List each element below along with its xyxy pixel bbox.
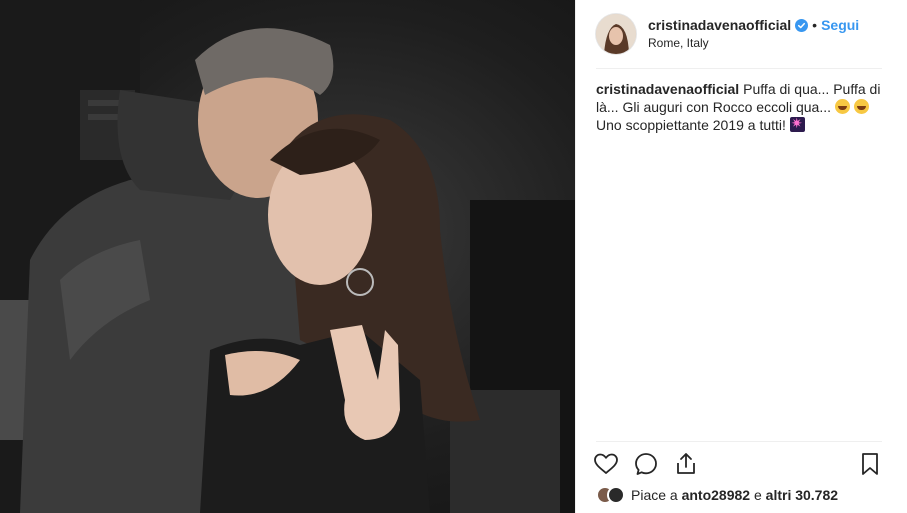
- avatar-image: [596, 14, 636, 54]
- heart-icon[interactable]: [592, 450, 620, 478]
- author-avatar[interactable]: [596, 14, 636, 54]
- header-divider: [596, 68, 882, 69]
- post-location[interactable]: Rome, Italy: [648, 34, 859, 52]
- bookmark-icon[interactable]: [856, 450, 884, 478]
- verified-badge-icon: [795, 18, 809, 32]
- likes-summary: Piace a anto28982 e altri 30.782: [596, 486, 838, 504]
- share-icon[interactable]: [672, 450, 700, 478]
- instagram-post: cristinadavenaofficial • Segui Rome, Ita…: [0, 0, 907, 513]
- header-text: cristinadavenaofficial • Segui Rome, Ita…: [648, 16, 859, 52]
- action-bar: [592, 450, 892, 480]
- header-line: cristinadavenaofficial • Segui: [648, 16, 859, 34]
- fireworks-emoji-icon: [789, 115, 805, 133]
- likes-middle: e: [753, 487, 762, 503]
- comment-icon[interactable]: [632, 450, 660, 478]
- likes-first-user[interactable]: anto28982: [682, 487, 750, 503]
- likes-others[interactable]: altri 30.782: [766, 487, 838, 503]
- laughing-emoji-icon: [834, 99, 850, 114]
- caption-username[interactable]: cristinadavenaofficial: [596, 81, 739, 97]
- photo-illustration: [0, 0, 575, 513]
- post-sidebar: cristinadavenaofficial • Segui Rome, Ita…: [575, 0, 907, 513]
- likes-prefix: Piace a: [631, 487, 678, 503]
- actions-divider: [596, 441, 882, 442]
- post-caption: cristinadavenaofficial Puffa di qua... Pu…: [596, 80, 884, 134]
- author-username[interactable]: cristinadavenaofficial: [648, 16, 791, 34]
- post-photo[interactable]: [0, 0, 575, 513]
- post-header: cristinadavenaofficial • Segui Rome, Ita…: [576, 0, 907, 68]
- header-separator: •: [812, 17, 818, 33]
- caption-text-part2: Uno scoppiettante 2019 a tutti!: [596, 117, 786, 133]
- likes-text: Piace a anto28982 e altri 30.782: [631, 487, 838, 503]
- liker-avatar: [607, 486, 625, 504]
- laughing-emoji-icon: [853, 99, 869, 114]
- follow-button[interactable]: Segui: [821, 16, 859, 34]
